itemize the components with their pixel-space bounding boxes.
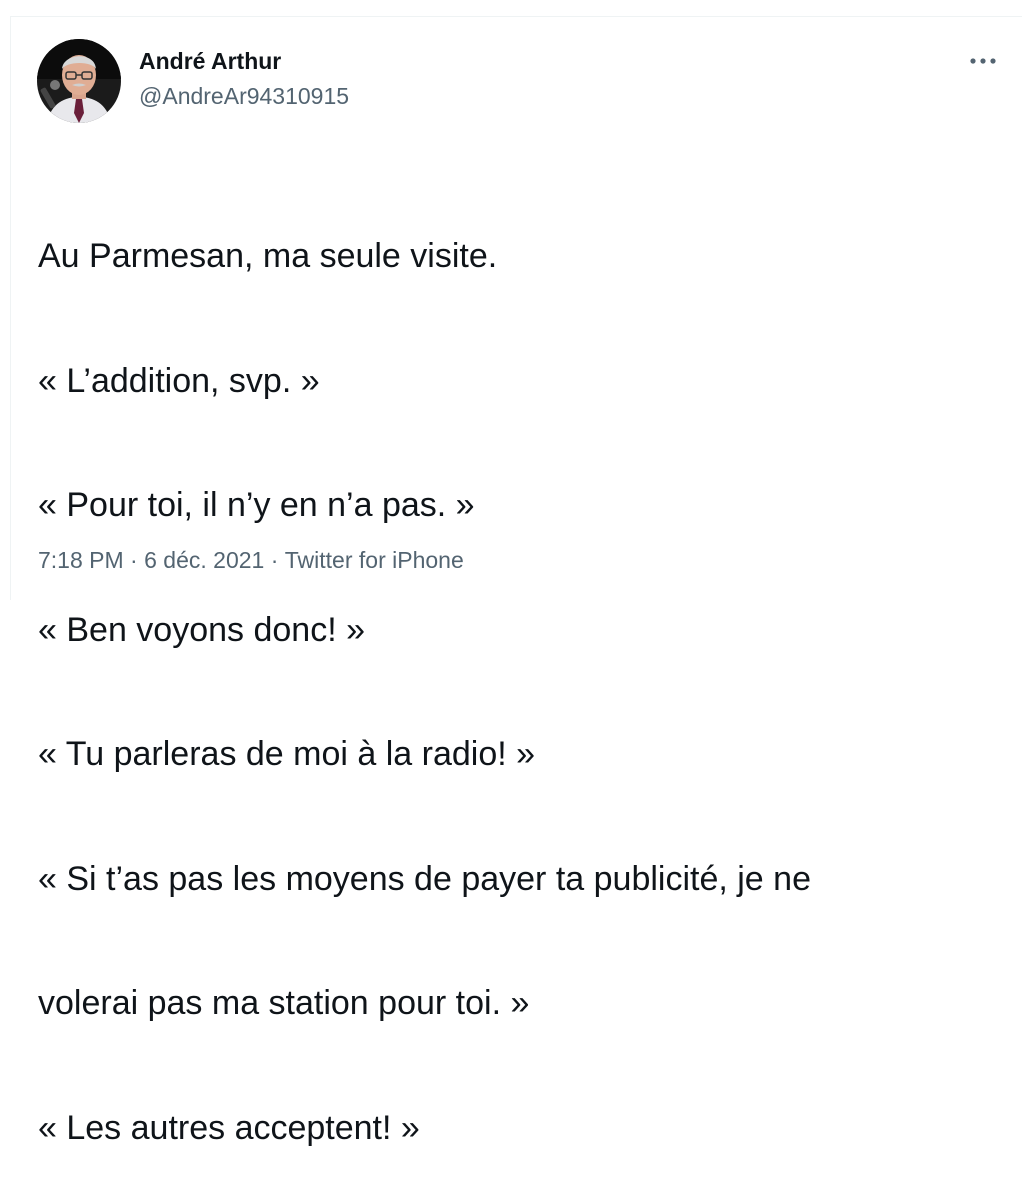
user-info: André Arthur @AndreAr94310915 (139, 47, 349, 110)
tweet-metadata: 7:18 PM · 6 déc. 2021 · Twitter for iPho… (38, 546, 464, 574)
tweet-line: Au Parmesan, ma seule visite. (38, 237, 498, 275)
tweet-text: Au Parmesan, ma seule visite. « L’additi… (38, 153, 998, 1200)
tweet-time[interactable]: 7:18 PM (38, 546, 124, 574)
avatar[interactable] (37, 39, 121, 123)
more-horizontal-icon (970, 58, 996, 64)
tweet-line: « Pour toi, il n’y en n’a pas. » (38, 486, 475, 524)
tweet-source[interactable]: Twitter for iPhone (285, 546, 464, 574)
tweet-line: volerai pas ma station pour toi. » (38, 984, 530, 1022)
tweet-line: « L’addition, svp. » (38, 361, 320, 400)
tweet-line: « Tu parleras de moi à la radio! » (38, 735, 536, 773)
tweet-line: « Les autres acceptent! » (38, 1108, 420, 1147)
more-options-button[interactable] (966, 51, 1000, 71)
user-handle[interactable]: @AndreAr94310915 (139, 82, 349, 110)
display-name[interactable]: André Arthur (139, 47, 349, 75)
tweet-card: André Arthur @AndreAr94310915 Au Parmesa… (10, 16, 1022, 1147)
tweet-line: « Ben voyons donc! » (38, 610, 366, 649)
profile-photo-icon (37, 39, 121, 123)
tweet-line: « Si t’as pas les moyens de payer ta pub… (38, 859, 811, 898)
meta-separator: · (130, 547, 138, 573)
tweet-date[interactable]: 6 déc. 2021 (144, 546, 264, 574)
meta-separator: · (270, 547, 279, 573)
